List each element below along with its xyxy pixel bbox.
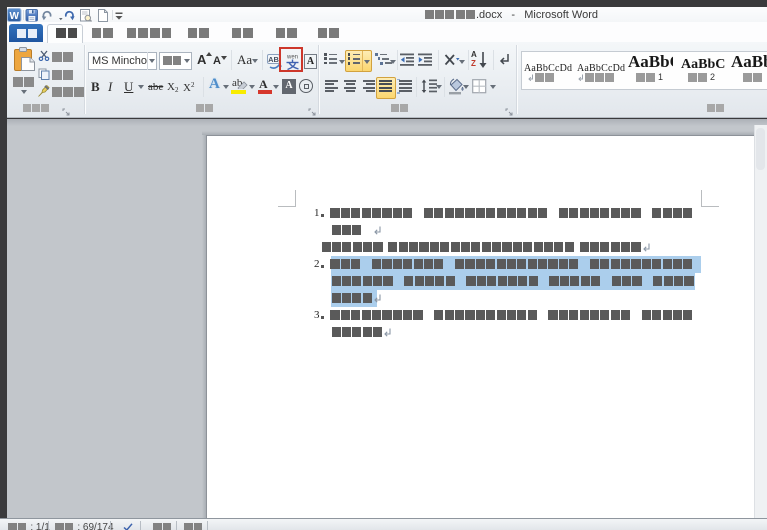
svg-text:W: W <box>9 11 19 22</box>
svg-text:AB: AB <box>268 55 279 64</box>
